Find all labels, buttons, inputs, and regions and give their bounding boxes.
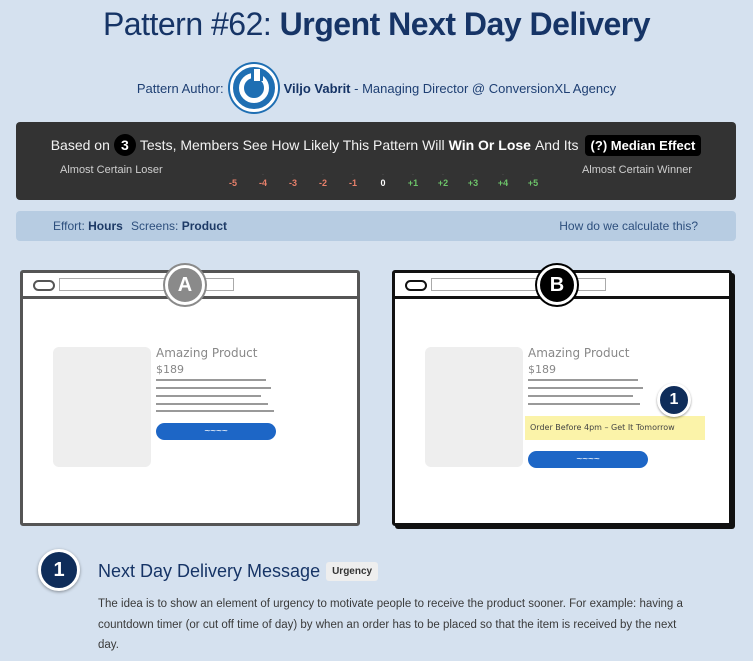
- calculate-link[interactable]: How do we calculate this?: [559, 219, 698, 233]
- winner-label: Almost Certain Winner: [581, 164, 692, 176]
- power-logo-icon: [238, 69, 269, 103]
- text-line: [528, 379, 638, 381]
- meta-bar: Effort: Hours Screens: Product How do we…: [16, 211, 736, 241]
- author-name[interactable]: Viljo Vabrit: [284, 81, 351, 96]
- change-description: The idea is to show an element of urgenc…: [98, 598, 683, 651]
- median-effect-button[interactable]: (?) Median Effect: [584, 134, 702, 156]
- product-price: $189: [528, 363, 556, 376]
- change-title: Next Day Delivery Message: [98, 561, 321, 581]
- product-image: [53, 347, 151, 467]
- author-avatar[interactable]: [229, 64, 278, 112]
- score-panel: Based on 3 Tests, Members See How Likely…: [16, 122, 736, 200]
- change-heading: Next Day Delivery Message Urgency: [98, 561, 379, 582]
- author-line: Pattern Author: Viljo Vabrit - Managing …: [0, 64, 753, 112]
- text-line: [528, 403, 640, 405]
- score-prefix: Based on: [50, 137, 110, 153]
- product-name: Amazing Product: [156, 346, 258, 360]
- product-price: $189: [156, 363, 184, 376]
- screens: Screens: Product: [131, 219, 228, 233]
- author-label: Pattern Author:: [136, 80, 224, 96]
- text-line: [156, 410, 274, 412]
- change-marker[interactable]: 1: [657, 383, 691, 417]
- pattern-number: Pattern #62:: [102, 6, 272, 42]
- win-lose-text: Win Or Lose: [448, 137, 531, 153]
- loser-label: Almost Certain Loser: [60, 164, 163, 176]
- product-name: Amazing Product: [528, 346, 630, 360]
- tests-count: 3: [113, 134, 136, 156]
- text-line: [156, 387, 271, 389]
- scale-tick: 0: [380, 178, 386, 188]
- text-line: [528, 387, 643, 389]
- url-bar: [59, 278, 234, 291]
- urgency-message: Order Before 4pm – Get It Tomorrow: [525, 416, 705, 440]
- change-number: 1: [38, 549, 80, 591]
- scale-tick: -2: [318, 178, 327, 188]
- cta-button: ~~~~: [528, 451, 648, 468]
- page-title: Pattern #62: Urgent Next Day Delivery: [0, 6, 753, 43]
- scale-tick: +2: [437, 178, 449, 188]
- urgency-tag[interactable]: Urgency: [326, 562, 379, 581]
- scale-tick: -1: [348, 178, 357, 188]
- product-image: [425, 347, 523, 467]
- score-scale: -5 -4 -3 -2 -1 0 +1 +2 +3 +4 +5: [218, 178, 548, 188]
- scale-tick: +3: [467, 178, 479, 188]
- scale-tick: -4: [258, 178, 267, 188]
- scale-tick: -5: [228, 178, 237, 188]
- text-line: [528, 395, 633, 397]
- scale-tick: +4: [497, 178, 509, 188]
- author-role: - Managing Director @ ConversionXL Agenc…: [354, 80, 617, 96]
- scale-tick: -3: [288, 178, 297, 188]
- variant-b-mockup: B Amazing Product $189 Order Before 4pm …: [392, 265, 732, 526]
- score-summary: Based on 3 Tests, Members See How Likely…: [16, 134, 736, 156]
- variant-a-mockup: A Amazing Product $189 ~~~~: [20, 265, 360, 526]
- text-line: [156, 379, 266, 381]
- scale-tick: +5: [527, 178, 539, 188]
- variant-a-badge: A: [165, 265, 205, 305]
- back-icon: [405, 280, 427, 291]
- and-its-text: And Its: [534, 137, 579, 153]
- effort: Effort: Hours: [53, 219, 123, 233]
- scale-tick: +1: [407, 178, 419, 188]
- text-line: [156, 403, 268, 405]
- score-middle: Tests, Members See How Likely This Patte…: [139, 137, 445, 153]
- back-icon: [33, 280, 55, 291]
- url-bar: [431, 278, 606, 291]
- pattern-name: Urgent Next Day Delivery: [279, 6, 651, 42]
- text-line: [156, 395, 261, 397]
- variant-b-badge: B: [537, 265, 577, 305]
- cta-button: ~~~~: [156, 423, 276, 440]
